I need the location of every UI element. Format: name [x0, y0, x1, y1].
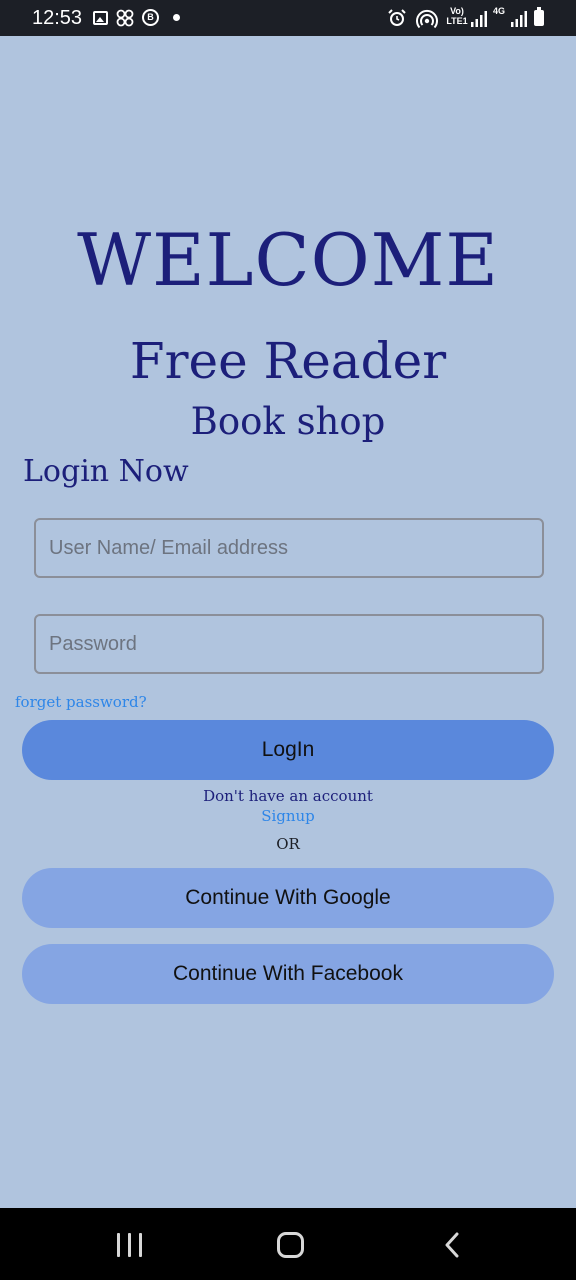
- 4g-icon: 4G: [492, 6, 505, 16]
- welcome-heading: WELCOME: [77, 218, 499, 302]
- battery-icon: [534, 7, 544, 26]
- password-input[interactable]: [36, 616, 542, 672]
- hotspot-icon: [416, 9, 438, 29]
- forgot-password-link[interactable]: forget password?: [15, 693, 147, 711]
- status-time: 12:53: [32, 7, 83, 29]
- continue-facebook-button[interactable]: Continue With Facebook: [22, 944, 554, 1004]
- password-field-container: [34, 614, 544, 674]
- alarm-icon: [388, 9, 406, 26]
- volte-icon: Vo) LTE1: [446, 6, 468, 26]
- or-divider: OR: [276, 835, 300, 853]
- username-input[interactable]: [36, 520, 542, 576]
- gallery-icon: [93, 11, 108, 25]
- clover-icon: [116, 9, 134, 27]
- continue-google-button[interactable]: Continue With Google: [22, 868, 554, 928]
- dot-icon: [173, 14, 180, 21]
- app-name-heading: Free Reader: [129, 332, 447, 390]
- login-title: Login Now: [23, 454, 189, 489]
- login-button[interactable]: LogIn: [22, 720, 554, 780]
- back-icon[interactable]: [441, 1232, 465, 1258]
- signal-icon: [511, 11, 527, 27]
- b-bubble-icon: B: [142, 9, 159, 26]
- signal-icon: [471, 11, 487, 27]
- recents-icon[interactable]: [117, 1233, 143, 1257]
- navigation-bar: [0, 1208, 576, 1280]
- home-icon[interactable]: [277, 1232, 304, 1258]
- app-subtitle: Book shop: [190, 400, 386, 443]
- status-bar: 12:53 B Vo) LTE1 4G: [0, 0, 576, 36]
- no-account-text: Don't have an account: [203, 787, 373, 805]
- username-field-container: [34, 518, 544, 578]
- signup-link[interactable]: Signup: [0, 807, 576, 825]
